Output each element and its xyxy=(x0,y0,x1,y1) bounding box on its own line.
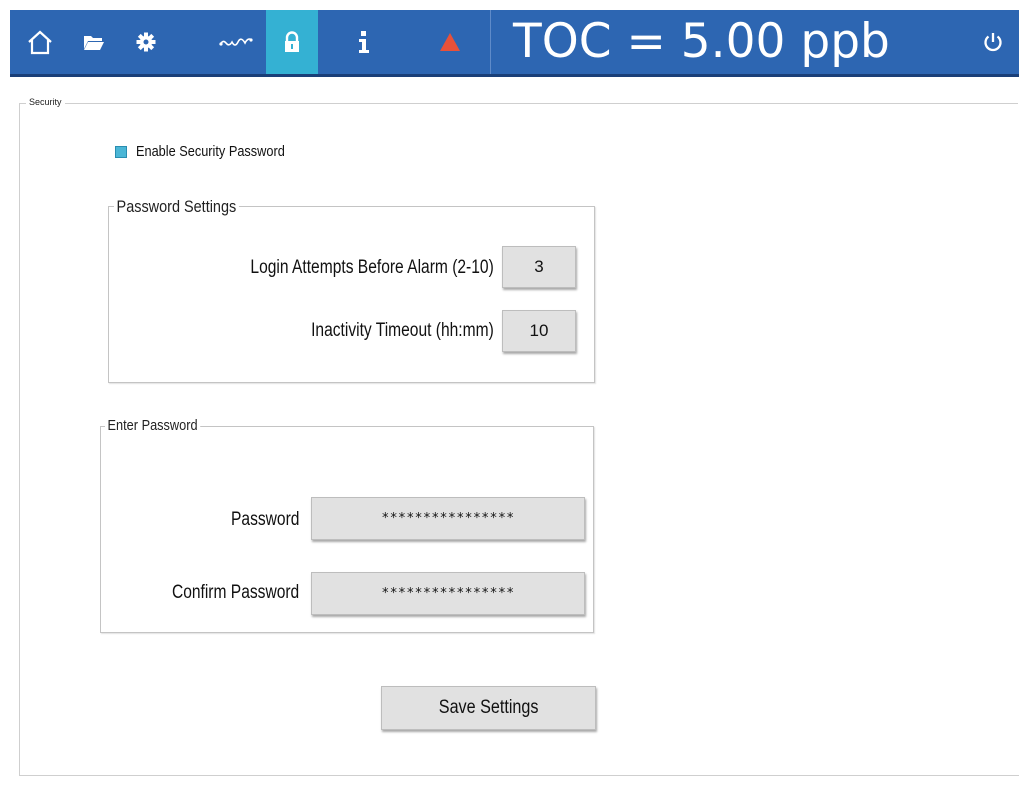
folder-button[interactable] xyxy=(68,10,120,74)
top-nav-bar: TOC = 5.00 ppb xyxy=(10,10,1019,77)
inactivity-timeout-value: 10 xyxy=(529,321,549,340)
checkbox-box[interactable] xyxy=(115,145,127,158)
folder-icon xyxy=(84,36,104,50)
security-legend: Security xyxy=(26,97,65,107)
lock-icon xyxy=(285,31,299,52)
password-settings-group xyxy=(108,206,595,383)
password-settings-legend: Password Settings xyxy=(114,197,239,217)
save-settings-label: Save Settings xyxy=(438,697,539,718)
password-label: Password xyxy=(230,509,299,530)
toc-readout: TOC = 5.00 ppb xyxy=(490,10,971,74)
confirm-password-label: Confirm Password xyxy=(171,582,299,603)
power-icon xyxy=(984,33,1002,52)
home-button[interactable] xyxy=(14,10,66,74)
login-attempts-value: 3 xyxy=(534,257,544,276)
trend-button[interactable] xyxy=(210,10,262,74)
confirm-password-field[interactable]: **************** xyxy=(311,572,585,615)
security-button[interactable] xyxy=(266,10,318,74)
settings-button[interactable] xyxy=(120,10,172,74)
trend-icon xyxy=(219,38,253,46)
enable-security-checkbox[interactable]: Enable Security Password xyxy=(115,143,311,160)
login-attempts-input[interactable]: 3 xyxy=(502,246,576,288)
confirm-password-value: **************** xyxy=(381,586,515,601)
inactivity-timeout-input[interactable]: 10 xyxy=(502,310,576,352)
toc-value: TOC = 5.00 ppb xyxy=(513,14,890,69)
inactivity-timeout-label: Inactivity Timeout (hh:mm) xyxy=(311,320,494,341)
login-attempts-label: Login Attempts Before Alarm (2-10) xyxy=(250,257,494,278)
enable-security-label: Enable Security Password xyxy=(136,143,285,160)
password-field[interactable]: **************** xyxy=(311,497,585,540)
gear-icon xyxy=(136,32,156,52)
password-value: **************** xyxy=(381,511,515,526)
save-settings-button[interactable]: Save Settings xyxy=(381,686,596,730)
alarm-button[interactable] xyxy=(424,10,476,74)
info-button[interactable] xyxy=(338,10,390,74)
home-icon xyxy=(28,30,52,55)
info-icon xyxy=(359,31,369,53)
power-button[interactable] xyxy=(967,10,1019,74)
alarm-icon xyxy=(440,33,460,51)
enter-password-legend: Enter Password xyxy=(105,417,201,434)
